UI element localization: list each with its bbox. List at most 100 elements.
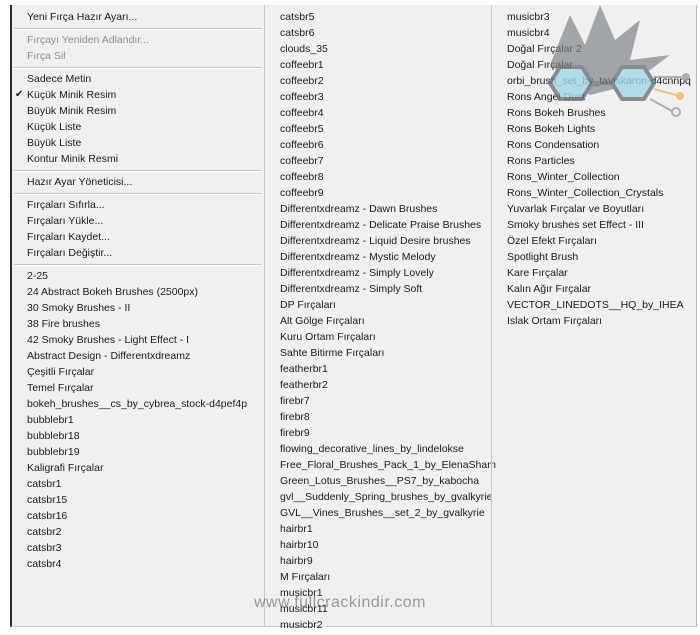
menu-item[interactable]: Yuvarlak Fırçalar ve Boyutları (492, 201, 698, 217)
menu-item[interactable]: orbi_brush_set_by_taviskaron-d4cnnpq (492, 73, 698, 89)
menu-item[interactable]: Rons_Winter_Collection_Crystals (492, 185, 698, 201)
menu-item[interactable]: Green_Lotus_Brushes__PS7_by_kabocha (265, 473, 492, 489)
menu-item[interactable]: flowing_decorative_lines_by_lindelokse (265, 441, 492, 457)
menu-item[interactable]: 30 Smoky Brushes - II (12, 300, 262, 316)
menu-item[interactable]: coffeebr2 (265, 73, 492, 89)
menu-item[interactable]: Kare Fırçalar (492, 265, 698, 281)
menu-item[interactable]: firebr7 (265, 393, 492, 409)
menu-item[interactable]: 38 Fire brushes (12, 316, 262, 332)
menu-item[interactable]: Hazır Ayar Yöneticisi... (12, 174, 262, 190)
menu-item[interactable]: Büyük Liste (12, 135, 262, 151)
menu-item[interactable]: DP Fırçaları (265, 297, 492, 313)
menu-item[interactable]: Fırçaları Değiştir... (12, 245, 262, 261)
menu-item[interactable]: Rons_Winter_Collection (492, 169, 698, 185)
menu-item[interactable]: bokeh_brushes__cs_by_cybrea_stock-d4pef4… (12, 396, 262, 412)
menu-item[interactable]: musicbr3 (492, 9, 698, 25)
menu-item-label: Rons_Winter_Collection_Crystals (507, 187, 664, 199)
menu-item[interactable]: Kuru Ortam Fırçaları (265, 329, 492, 345)
menu-item[interactable]: firebr9 (265, 425, 492, 441)
menu-item[interactable]: catsbr3 (12, 540, 262, 556)
menu-item[interactable]: Abstract Design - Differentxdreamz (12, 348, 262, 364)
menu-item[interactable]: Fırçaları Sıfırla... (12, 197, 262, 213)
menu-item[interactable]: coffeebr4 (265, 105, 492, 121)
menu-item[interactable]: Yeni Fırça Hazır Ayarı... (12, 9, 262, 25)
menu-item[interactable]: Differentxdreamz - Dawn Brushes (265, 201, 492, 217)
menu-item[interactable]: Differentxdreamz - Mystic Melody (265, 249, 492, 265)
menu-item[interactable]: Spotlight Brush (492, 249, 698, 265)
menu-item[interactable]: Kalın Ağır Fırçalar (492, 281, 698, 297)
menu-item[interactable]: bubblebr18 (12, 428, 262, 444)
menu-item[interactable]: GVL__Vines_Brushes__set_2_by_gvalkyrie (265, 505, 492, 521)
menu-item[interactable]: Kaligrafi Fırçalar (12, 460, 262, 476)
menu-item[interactable]: Küçük Liste (12, 119, 262, 135)
menu-item[interactable]: 2-25 (12, 268, 262, 284)
menu-item[interactable]: musicbr1 (265, 585, 492, 601)
menu-item-label: Smoky brushes set Effect - III (507, 219, 644, 231)
menu-item[interactable]: Smoky brushes set Effect - III (492, 217, 698, 233)
menu-item[interactable]: catsbr4 (12, 556, 262, 572)
menu-item[interactable]: Rons Condensation (492, 137, 698, 153)
menu-item[interactable]: Özel Efekt Fırçaları (492, 233, 698, 249)
menu-item[interactable]: musicbr4 (492, 25, 698, 41)
menu-item-label: coffeebr9 (280, 187, 324, 199)
menu-item[interactable]: Temel Fırçalar (12, 380, 262, 396)
menu-item[interactable]: Çeşitli Fırçalar (12, 364, 262, 380)
menu-item[interactable]: Differentxdreamz - Delicate Praise Brush… (265, 217, 492, 233)
menu-item[interactable]: bubblebr1 (12, 412, 262, 428)
menu-item[interactable]: Sahte Bitirme Fırçaları (265, 345, 492, 361)
menu-item[interactable]: musicbr11 (265, 601, 492, 617)
menu-item[interactable]: firebr8 (265, 409, 492, 425)
menu-item[interactable]: catsbr2 (12, 524, 262, 540)
menu-item[interactable]: coffeebr5 (265, 121, 492, 137)
menu-item[interactable]: featherbr1 (265, 361, 492, 377)
menu-item[interactable]: Fırçaları Kaydet... (12, 229, 262, 245)
menu-item[interactable]: coffeebr1 (265, 57, 492, 73)
menu-item[interactable]: coffeebr7 (265, 153, 492, 169)
menu-item[interactable]: hairbr9 (265, 553, 492, 569)
menu-item[interactable]: coffeebr9 (265, 185, 492, 201)
menu-item-label: orbi_brush_set_by_taviskaron-d4cnnpq (507, 75, 691, 87)
menu-item[interactable]: Doğal Fırçalar 2 (492, 41, 698, 57)
menu-item[interactable]: clouds_35 (265, 41, 492, 57)
menu-item[interactable]: Islak Ortam Fırçaları (492, 313, 698, 329)
menu-item[interactable]: Fırçaları Yükle... (12, 213, 262, 229)
menu-item[interactable]: Differentxdreamz - Simply Soft (265, 281, 492, 297)
menu-item[interactable]: bubblebr19 (12, 444, 262, 460)
menu-item[interactable]: hairbr1 (265, 521, 492, 537)
menu-item[interactable]: Differentxdreamz - Liquid Desire brushes (265, 233, 492, 249)
menu-item-label: Rons Bokeh Lights (507, 123, 596, 135)
menu-item[interactable]: Sadece Metin (12, 71, 262, 87)
menu-item[interactable]: catsbr1 (12, 476, 262, 492)
menu-item[interactable]: hairbr10 (265, 537, 492, 553)
menu-item[interactable]: musicbr2 (265, 617, 492, 633)
menu-item[interactable]: coffeebr8 (265, 169, 492, 185)
menu-item[interactable]: Free_Floral_Brushes_Pack_1_by_ElenaSham (265, 457, 496, 473)
menu-item[interactable]: coffeebr3 (265, 89, 492, 105)
menu-item[interactable]: Büyük Minik Resim (12, 103, 262, 119)
menu-item[interactable]: Rons Angel Dust (492, 89, 698, 105)
menu-item-label: catsbr1 (27, 478, 62, 490)
menu-item[interactable]: Rons Bokeh Brushes (492, 105, 698, 121)
menu-item[interactable]: featherbr2 (265, 377, 492, 393)
menu-item[interactable]: Rons Bokeh Lights (492, 121, 698, 137)
menu-item-label: Islak Ortam Fırçaları (507, 315, 603, 327)
menu-item[interactable]: 24 Abstract Bokeh Brushes (2500px) (12, 284, 262, 300)
menu-item[interactable]: VECTOR_LINEDOTS__HQ_by_IHEA (492, 297, 698, 313)
menu-item[interactable]: catsbr15 (12, 492, 262, 508)
menu-item-label: Fırçaları Yükle... (27, 215, 104, 227)
menu-item[interactable]: Doğal Fırçalar (492, 57, 698, 73)
menu-item[interactable]: coffeebr6 (265, 137, 492, 153)
menu-item[interactable]: catsbr6 (265, 25, 492, 41)
menu-item[interactable]: Differentxdreamz - Simply Lovely (265, 265, 492, 281)
menu-item[interactable]: Alt Gölge Fırçaları (265, 313, 492, 329)
menu-item[interactable]: Rons Particles (492, 153, 698, 169)
menu-item[interactable]: ✔ Küçük Minik Resim (12, 87, 262, 103)
menu-item[interactable]: 42 Smoky Brushes - Light Effect - I (12, 332, 262, 348)
menu-item[interactable]: gvl__Suddenly_Spring_brushes_by_gvalkyri… (265, 489, 492, 505)
menu-item-label: 38 Fire brushes (27, 318, 100, 330)
menu-item[interactable]: catsbr5 (265, 9, 492, 25)
menu-item[interactable]: M Fırçaları (265, 569, 492, 585)
menu-item-label: musicbr4 (507, 27, 550, 39)
menu-item[interactable]: Kontur Minik Resmi (12, 151, 262, 167)
menu-item[interactable]: catsbr16 (12, 508, 262, 524)
